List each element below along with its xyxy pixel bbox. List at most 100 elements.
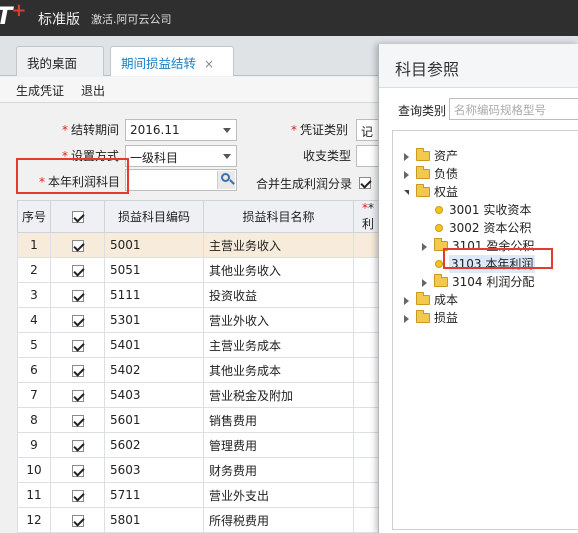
cell-checkbox[interactable] (50, 382, 105, 408)
table-row[interactable]: 2 5051 其他业务收入 (17, 257, 381, 283)
cell-profit-account[interactable] (353, 307, 381, 333)
setup-method-select[interactable]: 一级科目 (125, 145, 237, 167)
row-checkbox[interactable] (71, 389, 84, 402)
expand-closed-icon[interactable] (404, 153, 409, 161)
cell-profit-account[interactable] (353, 232, 381, 258)
query-category-input[interactable]: 名称编码规格型号 (449, 98, 578, 120)
table-row[interactable]: 3 5111 投资收益 (17, 282, 381, 308)
cell-checkbox[interactable] (50, 332, 105, 358)
exit-button[interactable]: 退出 (81, 82, 105, 99)
leaf-account-icon (435, 224, 443, 232)
expand-closed-icon[interactable] (422, 243, 427, 251)
cell-profit-account[interactable] (353, 432, 381, 458)
cell-name: 营业外收入 (203, 307, 354, 333)
table-row[interactable]: 4 5301 营业外收入 (17, 307, 381, 333)
merge-entries-checkbox[interactable] (359, 175, 371, 189)
expand-closed-icon[interactable] (404, 171, 409, 179)
close-tab-icon[interactable]: × (204, 57, 214, 71)
cell-profit-account[interactable] (353, 457, 381, 483)
table-row[interactable]: 12 5801 所得税费用 (17, 507, 381, 533)
cell-checkbox[interactable] (50, 507, 105, 533)
cell-profit-account[interactable] (353, 382, 381, 408)
row-checkbox[interactable] (71, 289, 84, 302)
cell-name: 投资收益 (203, 282, 354, 308)
cell-checkbox[interactable] (50, 482, 105, 508)
row-checkbox[interactable] (71, 464, 84, 477)
expand-closed-icon[interactable] (422, 279, 427, 287)
row-checkbox[interactable] (71, 439, 84, 452)
tree-node[interactable]: 3001 实收资本 (393, 201, 578, 219)
row-checkbox[interactable] (71, 339, 84, 352)
table-row[interactable]: 6 5402 其他业务成本 (17, 357, 381, 383)
row-checkbox[interactable] (71, 239, 84, 252)
income-type-select[interactable] (356, 145, 380, 167)
cell-seq: 9 (17, 432, 51, 458)
voucher-type-select[interactable]: 记账 (356, 119, 380, 141)
table-row[interactable]: 7 5403 营业税金及附加 (17, 382, 381, 408)
cell-checkbox[interactable] (50, 407, 105, 433)
cell-checkbox[interactable] (50, 257, 105, 283)
row-checkbox[interactable] (71, 364, 84, 377)
income-type-label: 收支类型 (303, 149, 352, 163)
table-row[interactable]: 10 5603 财务费用 (17, 457, 381, 483)
profit-account-input[interactable] (125, 169, 237, 191)
cell-profit-account[interactable] (353, 357, 381, 383)
generate-voucher-button[interactable]: 生成凭证 (16, 82, 64, 99)
cell-seq: 11 (17, 482, 51, 508)
row-checkbox[interactable] (71, 264, 84, 277)
row-checkbox[interactable] (71, 414, 84, 427)
annotation-highlight-profit-label (16, 158, 129, 194)
tree-node-label: 3002 资本公积 (449, 221, 532, 235)
expand-closed-icon[interactable] (404, 315, 409, 323)
cell-checkbox[interactable] (50, 357, 105, 383)
app-header: T+ 标准版 激活.阿可云公司 (0, 0, 578, 36)
cell-name: 主营业务收入 (203, 232, 354, 258)
cell-profit-account[interactable] (353, 332, 381, 358)
cell-name: 所得税费用 (203, 507, 354, 533)
tree-node[interactable]: 3002 资本公积 (393, 219, 578, 237)
col-header-select-all[interactable] (50, 200, 105, 233)
col-header-name: 损益科目名称 (203, 200, 354, 233)
cell-profit-account[interactable] (353, 482, 381, 508)
tree-node[interactable]: 权益 (393, 183, 578, 201)
tree-node[interactable]: 3104 利润分配 (393, 273, 578, 291)
folder-icon (416, 184, 430, 197)
expand-closed-icon[interactable] (404, 297, 409, 305)
search-icon[interactable] (217, 171, 235, 189)
table-row[interactable]: 8 5601 销售费用 (17, 407, 381, 433)
cell-profit-account[interactable] (353, 407, 381, 433)
cell-checkbox[interactable] (50, 432, 105, 458)
cell-profit-account[interactable] (353, 282, 381, 308)
cell-code: 5601 (104, 407, 204, 433)
tree-node-label: 3104 利润分配 (452, 275, 535, 289)
cell-profit-account[interactable] (353, 257, 381, 283)
col-header-code: 损益科目编码 (104, 200, 204, 233)
cell-seq: 8 (17, 407, 51, 433)
expand-open-icon[interactable] (404, 190, 409, 195)
select-all-checkbox[interactable] (71, 211, 84, 223)
cell-checkbox[interactable] (50, 232, 105, 258)
table-row[interactable]: 5 5401 主营业务成本 (17, 332, 381, 358)
table-row[interactable]: 1 5001 主营业务收入 (17, 232, 381, 258)
folder-icon (434, 274, 448, 287)
cell-seq: 10 (17, 457, 51, 483)
cell-profit-account[interactable] (353, 507, 381, 533)
cell-checkbox[interactable] (50, 307, 105, 333)
tab-period-profit-loss[interactable]: 期间损益结转 × (110, 46, 234, 76)
cell-code: 5401 (104, 332, 204, 358)
row-checkbox[interactable] (71, 489, 84, 502)
cell-code: 5711 (104, 482, 204, 508)
cell-checkbox[interactable] (50, 457, 105, 483)
cell-checkbox[interactable] (50, 282, 105, 308)
tree-node[interactable]: 资产 (393, 147, 578, 165)
cell-name: 营业外支出 (203, 482, 354, 508)
table-row[interactable]: 9 5602 管理费用 (17, 432, 381, 458)
period-select[interactable]: 2016.11 (125, 119, 237, 141)
tab-my-desktop[interactable]: 我的桌面 (16, 46, 104, 76)
tree-node[interactable]: 负债 (393, 165, 578, 183)
row-checkbox[interactable] (71, 314, 84, 327)
tree-node[interactable]: 成本 (393, 291, 578, 309)
row-checkbox[interactable] (71, 514, 84, 527)
tree-node[interactable]: 损益 (393, 309, 578, 327)
table-row[interactable]: 11 5711 营业外支出 (17, 482, 381, 508)
